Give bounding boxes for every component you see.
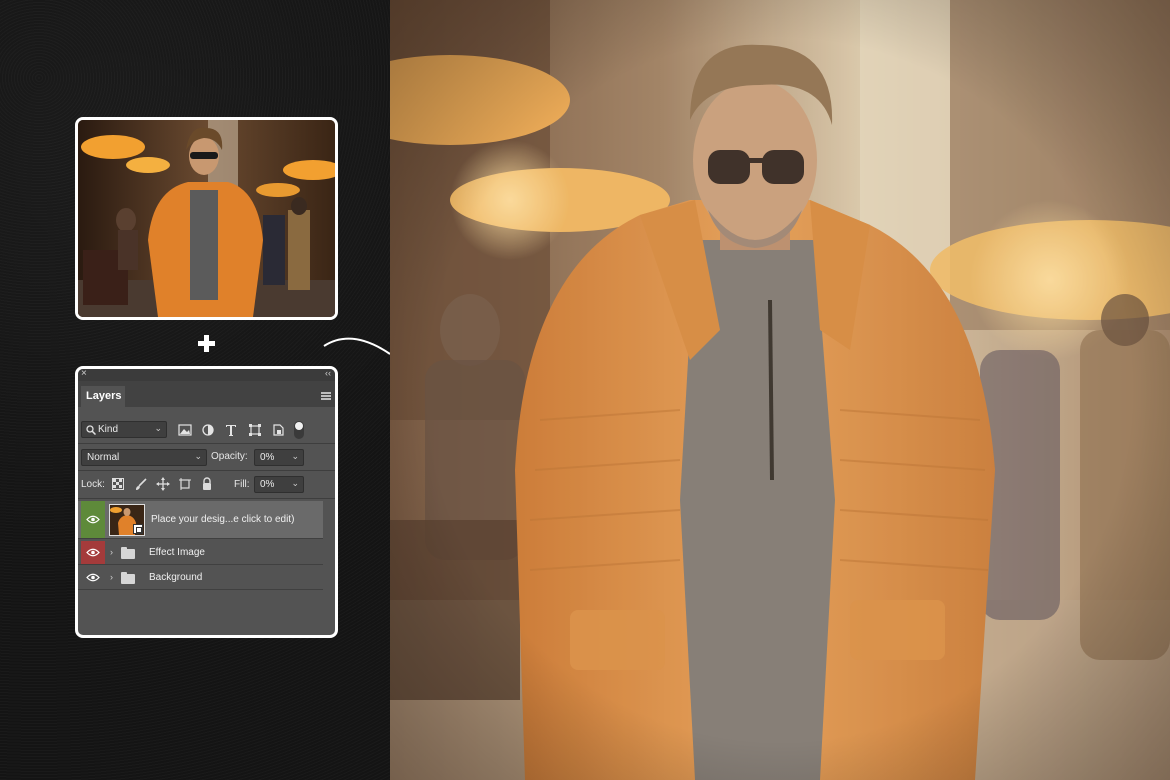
layer-thumbnail xyxy=(109,504,145,536)
visibility-toggle[interactable] xyxy=(81,541,105,564)
lock-transparent-icon[interactable] xyxy=(112,478,124,490)
divider xyxy=(78,498,335,499)
lock-paint-icon[interactable] xyxy=(134,477,148,491)
visibility-toggle[interactable] xyxy=(81,501,105,538)
filter-kind-value: Kind xyxy=(98,424,119,435)
expand-chevron-icon[interactable]: › xyxy=(110,572,113,582)
eye-icon xyxy=(86,573,100,582)
opacity-input[interactable]: 0% ⌄ xyxy=(254,449,304,466)
lock-position-icon[interactable] xyxy=(156,477,170,491)
visibility-toggle[interactable] xyxy=(81,566,105,589)
chevron-down-icon: ⌄ xyxy=(154,423,162,433)
smart-object-filter-icon[interactable] xyxy=(271,423,285,437)
lock-artboard-icon[interactable] xyxy=(178,477,192,491)
expand-chevron-icon[interactable]: › xyxy=(110,547,113,557)
folder-icon xyxy=(121,547,135,559)
lock-label: Lock: xyxy=(81,479,105,490)
tab-layers[interactable]: Layers xyxy=(81,386,125,407)
layer-row-effect-image[interactable]: › Effect Image xyxy=(78,541,323,565)
type-filter-icon[interactable] xyxy=(224,423,238,437)
image-filter-icon[interactable] xyxy=(178,423,192,437)
blend-mode-select[interactable]: Normal ⌄ xyxy=(81,449,207,466)
preview-scene xyxy=(390,0,1170,780)
panel-titlebar: × ‹‹ xyxy=(78,369,335,381)
thumbnail-scene xyxy=(78,120,335,317)
fill-value: 0% xyxy=(260,479,275,490)
panel-menu-icon[interactable] xyxy=(321,392,331,400)
panel-close-icon[interactable]: × xyxy=(81,369,87,379)
layer-name: Place your desig...e click to edit) xyxy=(151,514,295,525)
filter-toggle-icon[interactable] xyxy=(293,420,305,440)
chevron-down-icon: ⌄ xyxy=(291,451,299,461)
plus-icon xyxy=(198,335,216,353)
panel-collapse-icon[interactable]: ‹‹ xyxy=(325,369,331,378)
blend-mode-value: Normal xyxy=(87,452,120,463)
opacity-label: Opacity: xyxy=(211,451,248,462)
layers-panel: × ‹‹ Layers Kind ⌄ Normal ⌄ Opacity: 0% … xyxy=(75,366,338,638)
opacity-value: 0% xyxy=(260,452,275,463)
fill-input[interactable]: 0% ⌄ xyxy=(254,476,304,493)
eye-icon xyxy=(86,515,100,524)
curved-arrow-icon xyxy=(323,337,391,355)
divider xyxy=(78,443,335,444)
layer-name: Effect Image xyxy=(149,547,205,558)
eye-icon xyxy=(86,548,100,557)
layer-row-smart-object[interactable]: Place your desig...e click to edit) xyxy=(78,501,323,539)
original-photo-thumbnail xyxy=(75,117,338,320)
shape-filter-icon[interactable] xyxy=(248,423,262,437)
lock-all-icon[interactable] xyxy=(200,477,214,491)
chevron-down-icon: ⌄ xyxy=(194,451,202,461)
adjustment-filter-icon[interactable] xyxy=(201,423,215,437)
divider xyxy=(78,470,335,471)
filter-kind-select[interactable]: Kind ⌄ xyxy=(81,421,167,438)
panel-tabbar: Layers xyxy=(78,381,335,407)
layer-row-background[interactable]: › Background xyxy=(78,566,323,590)
search-icon xyxy=(86,425,96,435)
chevron-down-icon: ⌄ xyxy=(291,478,299,488)
fill-label: Fill: xyxy=(234,479,250,490)
layer-name: Background xyxy=(149,572,203,583)
smart-object-badge-icon xyxy=(133,524,143,534)
folder-icon xyxy=(121,572,135,584)
vintage-effect-preview xyxy=(390,0,1170,780)
